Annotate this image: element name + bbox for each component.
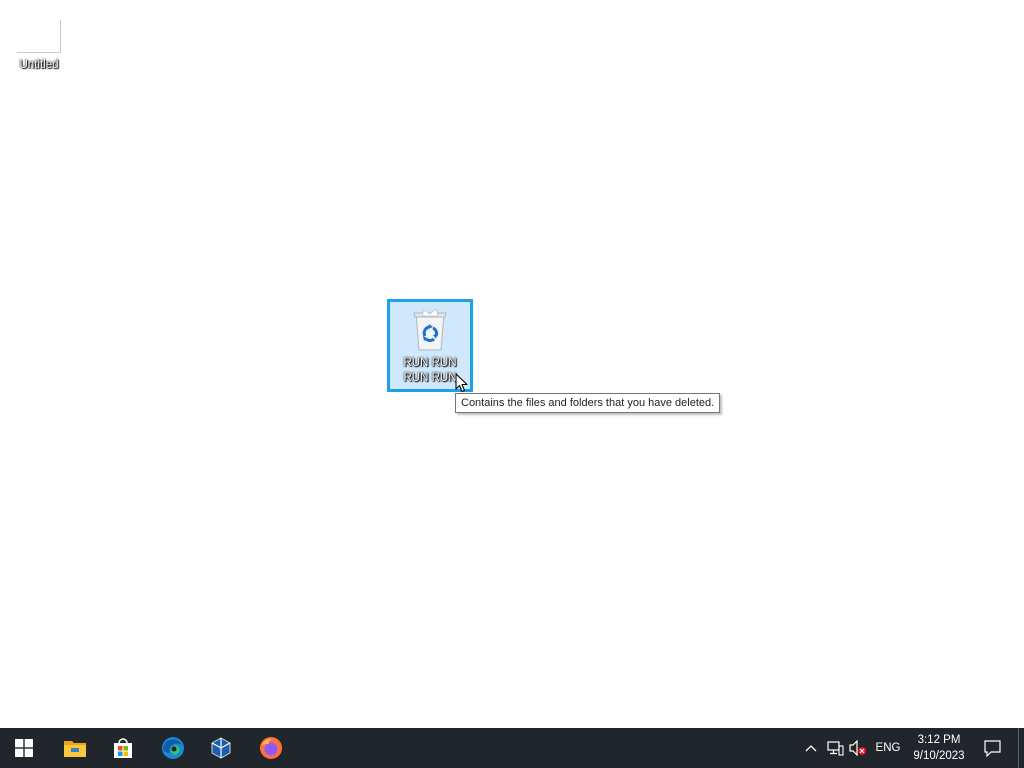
tooltip: Contains the files and folders that you … [455,393,721,413]
taskbar-microsoft-store[interactable] [99,728,147,768]
action-center-button[interactable] [978,728,1006,768]
network-icon [826,740,844,756]
network-tray-button[interactable] [825,728,845,768]
blank-document-icon [17,20,61,53]
clock-time: 3:12 PM [917,734,961,746]
windows-start-icon [15,739,33,757]
desktop-icon-untitled[interactable]: Untitled [10,18,68,76]
notification-icon [983,739,1001,757]
volume-tray-button[interactable] [848,728,868,768]
microsoft-store-icon [114,738,132,758]
clock-date: 9/10/2023 [913,750,965,762]
desktop[interactable]: Untitled RUN RUN RUN RUN Contains the fi… [0,0,1024,728]
firefox-icon [260,737,282,759]
speaker-muted-icon [849,740,866,756]
taskbar-virtualbox[interactable] [197,728,245,768]
show-hidden-icons-button[interactable] [803,728,819,768]
clock[interactable]: 3:12 PM 9/10/2023 [906,728,972,768]
show-desktop-button[interactable] [1018,728,1024,768]
taskbar: ENG 3:12 PM 9/10/2023 [0,728,1024,768]
recycle-bin-icon [413,308,447,351]
taskbar-firefox[interactable] [247,728,295,768]
edge-icon [162,737,184,759]
chevron-up-icon [805,745,817,752]
mouse-cursor-icon [455,373,468,393]
file-explorer-icon [64,741,86,757]
taskbar-file-explorer[interactable] [51,728,99,768]
desktop-icon-label: Untitled [19,59,59,71]
start-button[interactable] [0,728,48,768]
input-language-indicator[interactable]: ENG [871,728,905,768]
virtualbox-icon [211,737,231,759]
taskbar-edge[interactable] [149,728,197,768]
